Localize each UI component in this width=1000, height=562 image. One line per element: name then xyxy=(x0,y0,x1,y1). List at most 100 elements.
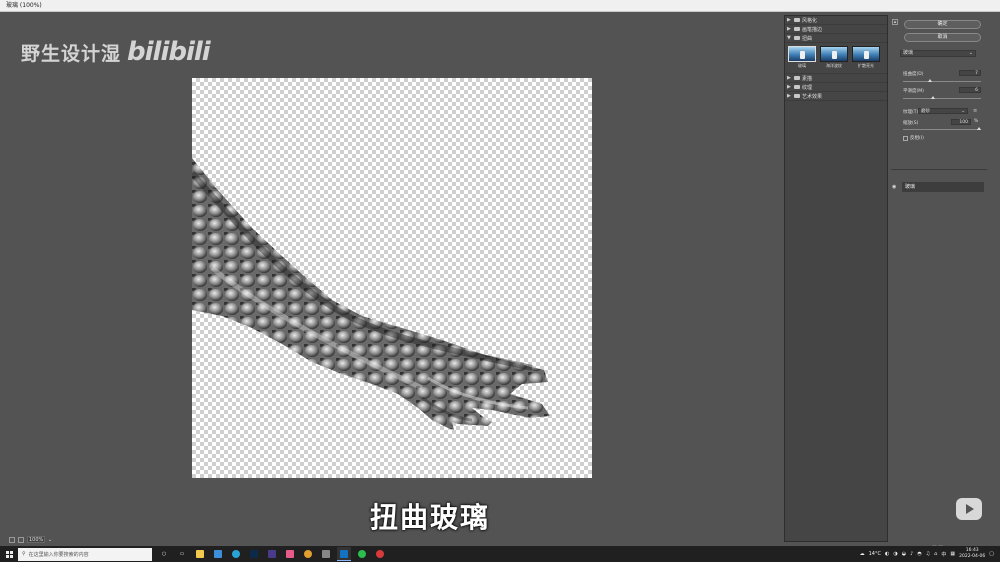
category-label: 素描 xyxy=(802,75,813,82)
folder-icon xyxy=(794,18,800,22)
scaling-input[interactable]: 100 xyxy=(951,119,971,125)
smoothness-label: 平滑度(M) xyxy=(903,89,924,94)
search-placeholder: 在这里输入你要搜索的内容 xyxy=(28,551,89,558)
store-icon[interactable] xyxy=(211,547,225,561)
illustrator-icon[interactable] xyxy=(265,547,279,561)
taskbar-apps: ○ ▭ xyxy=(157,546,387,562)
edge-icon[interactable] xyxy=(229,547,243,561)
microphone-icon[interactable]: ♪ xyxy=(910,551,913,557)
recorder-icon[interactable] xyxy=(373,547,387,561)
checkbox-box[interactable] xyxy=(903,135,908,141)
app-icon[interactable] xyxy=(319,547,333,561)
volume-icon[interactable]: ♫ xyxy=(926,551,930,557)
effect-layer-row[interactable]: ◉ 玻璃 xyxy=(892,182,984,192)
taskbar-search[interactable]: ⚲ 在这里输入你要搜索的内容 xyxy=(18,547,152,561)
chevron-right-icon[interactable]: ▶ xyxy=(787,84,792,90)
notification-icon[interactable]: ▢ xyxy=(989,551,994,557)
watermark-text: 野生设计湿 xyxy=(21,43,122,65)
windows-taskbar: ⚲ 在这里输入你要搜索的内容 ○ ▭ ☁ 14°C ◐ ◑ ◒ ♪ ◓ ♫ ⌂ … xyxy=(0,546,1000,562)
photoshop-active-icon[interactable] xyxy=(337,547,351,561)
category-label: 风格化 xyxy=(802,17,818,24)
window-title-bar: 玻璃 (100%) xyxy=(0,0,1000,12)
smoothness-input[interactable]: 6 xyxy=(959,87,981,93)
chevron-down-icon[interactable]: ⌄ xyxy=(48,537,52,543)
ok-button[interactable]: 确定 xyxy=(904,20,981,29)
zoom-control[interactable]: 100% ⌄ xyxy=(9,536,52,543)
cancel-button[interactable]: 取消 xyxy=(904,33,981,42)
filter-thumb-glass[interactable]: 玻璃 xyxy=(788,46,816,69)
folder-icon xyxy=(794,94,800,98)
eye-icon[interactable]: ◉ xyxy=(892,184,899,190)
zoom-in-button[interactable] xyxy=(18,536,24,543)
weather-icon[interactable]: ☁ xyxy=(860,551,865,557)
distortion-input[interactable]: 7 xyxy=(959,70,981,76)
slider-knob[interactable] xyxy=(930,96,935,99)
tray-app-icon[interactable]: ▦ xyxy=(950,551,955,557)
category-sketch[interactable]: ▶ 素描 xyxy=(785,74,887,83)
effect-layer-name[interactable]: 玻璃 xyxy=(902,182,984,192)
panel-divider xyxy=(891,169,987,170)
category-label: 画笔描边 xyxy=(802,26,823,33)
windows-logo-icon xyxy=(5,550,13,558)
zoom-out-button[interactable] xyxy=(9,536,15,543)
chevron-right-icon[interactable]: ▶ xyxy=(787,26,792,32)
chrome-icon[interactable] xyxy=(301,547,315,561)
tray-app-icon[interactable]: ◓ xyxy=(917,551,921,557)
task-view-icon[interactable]: ▭ xyxy=(175,547,189,561)
category-artistic[interactable]: ▶ 艺术效果 xyxy=(785,92,887,101)
thumbnail-image xyxy=(788,46,816,62)
collapse-panel-icon[interactable]: ▴ xyxy=(892,19,898,25)
chevron-right-icon[interactable]: ▶ xyxy=(787,17,792,23)
thumbnail-label: 玻璃 xyxy=(798,63,806,68)
photoshop-icon[interactable] xyxy=(247,547,261,561)
texture-select[interactable]: 磨砂 ⌄ xyxy=(918,108,968,114)
filter-thumb-diffuse-glow[interactable]: 扩散亮光 xyxy=(852,46,880,69)
search-icon: ⚲ xyxy=(22,551,26,557)
preview-area[interactable]: 野生设计湿 bilibili 100% ⌄ xyxy=(3,15,781,543)
chevron-down-icon[interactable]: ▼ xyxy=(787,35,792,41)
file-explorer-icon[interactable] xyxy=(193,547,207,561)
hand-image xyxy=(192,158,550,430)
wechat-icon[interactable] xyxy=(355,547,369,561)
invert-checkbox[interactable]: 反相(I) xyxy=(903,135,924,141)
category-distort[interactable]: ▼ 扭曲 xyxy=(785,34,887,43)
zoom-value[interactable]: 100% xyxy=(27,536,45,543)
category-stylize[interactable]: ▶ 风格化 xyxy=(785,16,887,25)
slider-knob[interactable] xyxy=(976,127,981,130)
invert-label: 反相(I) xyxy=(910,136,924,141)
slider-knob[interactable] xyxy=(928,79,933,82)
texture-menu-icon[interactable]: ≡ xyxy=(973,108,977,114)
category-texture[interactable]: ▶ 纹理 xyxy=(785,83,887,92)
bilibili-tv-icon xyxy=(956,498,982,520)
filter-select[interactable]: 玻璃 ⌄ xyxy=(900,50,976,57)
tray-app-icon[interactable]: ◑ xyxy=(893,551,897,557)
filter-thumb-ocean-ripple[interactable]: 海洋波纹 xyxy=(820,46,848,69)
category-label: 扭曲 xyxy=(802,35,813,42)
thumbnail-image xyxy=(852,46,880,62)
clock[interactable]: 16:43 2022-04-06 xyxy=(959,548,985,560)
scaling-unit: % xyxy=(974,119,979,124)
smoothness-slider[interactable] xyxy=(903,96,981,99)
network-icon[interactable]: ⌂ xyxy=(934,551,937,557)
scaling-slider[interactable] xyxy=(903,127,981,130)
weather-temp[interactable]: 14°C xyxy=(869,551,881,557)
ime-indicator[interactable]: 中 xyxy=(941,551,946,558)
category-label: 纹理 xyxy=(802,84,813,91)
distortion-slider[interactable] xyxy=(903,79,981,82)
start-button[interactable] xyxy=(0,546,18,562)
filter-select-value: 玻璃 xyxy=(903,50,914,56)
window-title: 玻璃 (100%) xyxy=(6,2,42,9)
filter-options-panel: ▴ 确定 取消 玻璃 ⌄ 扭曲度(D) 7 平滑度(M) 6 纹理(T) 磨砂 … xyxy=(891,15,987,542)
filter-category-panel: ▶ 风格化 ▶ 画笔描边 ▼ 扭曲 玻璃 海洋波纹 扩散亮光 ▶ 素描 ▶ 纹理… xyxy=(784,15,888,542)
chevron-right-icon[interactable]: ▶ xyxy=(787,93,792,99)
tray-app-icon[interactable]: ◐ xyxy=(885,551,889,557)
colorful-app-icon[interactable] xyxy=(283,547,297,561)
preview-canvas[interactable] xyxy=(192,78,592,478)
cortana-icon[interactable]: ○ xyxy=(157,547,171,561)
distortion-label: 扭曲度(D) xyxy=(903,72,924,77)
tray-app-icon[interactable]: ◒ xyxy=(902,551,906,557)
chevron-right-icon[interactable]: ▶ xyxy=(787,75,792,81)
chevron-down-icon: ⌄ xyxy=(961,109,965,114)
category-brush-strokes[interactable]: ▶ 画笔描边 xyxy=(785,25,887,34)
texture-select-value: 磨砂 xyxy=(921,109,930,114)
